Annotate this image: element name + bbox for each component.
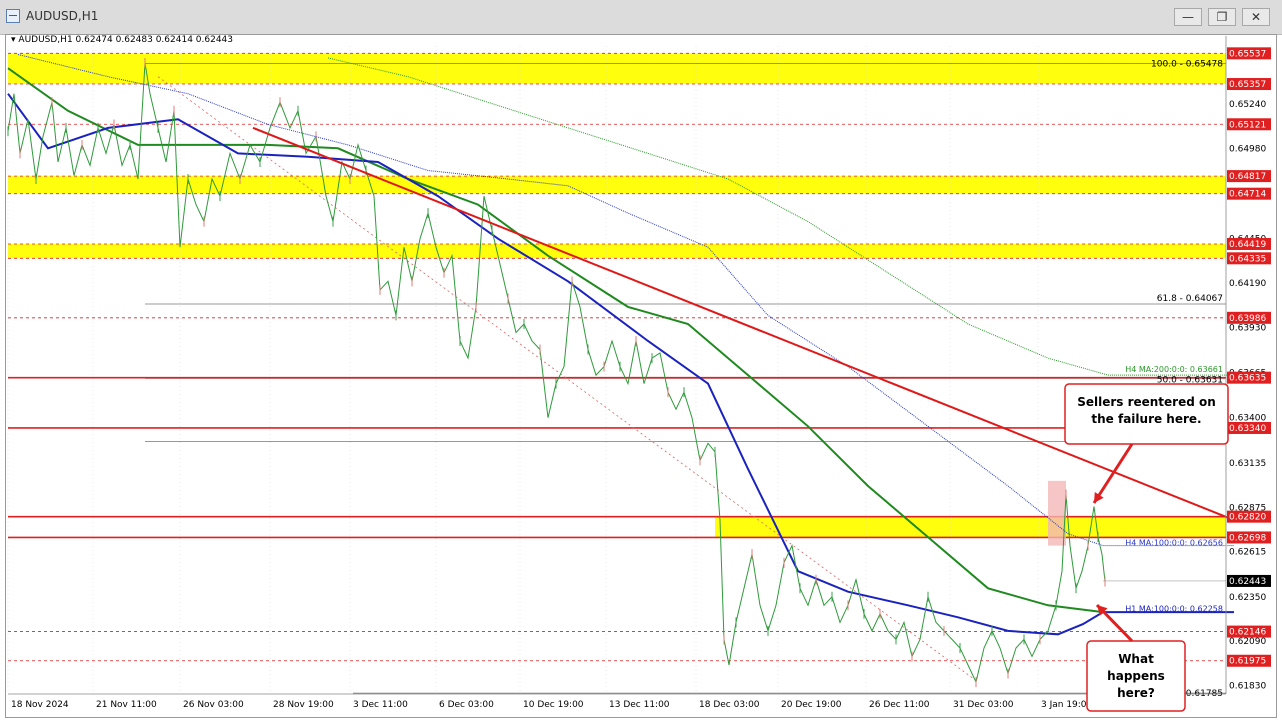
red-level-label: 0.65537 xyxy=(1229,49,1266,59)
support-resistance-zone xyxy=(8,53,1226,85)
ma-label: H4 MA:200:0:0: 0.63661 xyxy=(1125,365,1223,374)
header-ohlc: 0.62474 0.62483 0.62414 0.62443 xyxy=(75,35,233,45)
support-resistance-zone xyxy=(715,516,1226,538)
red-level-label: 0.62820 xyxy=(1229,513,1266,523)
ma-label: H4 MA:100:0:0: 0.62656 xyxy=(1125,539,1223,548)
red-level-label: 0.63635 xyxy=(1229,374,1266,384)
x-tick-label: 21 Nov 11:00 xyxy=(96,700,157,710)
x-tick-label: 6 Dec 03:00 xyxy=(439,700,494,710)
y-tick-label: 0.64980 xyxy=(1229,144,1266,154)
red-level-label: 0.64714 xyxy=(1229,190,1266,200)
x-tick-label: 13 Dec 11:00 xyxy=(609,700,670,710)
red-level-label: 0.63340 xyxy=(1229,424,1266,434)
y-tick-label: 0.63135 xyxy=(1229,459,1266,469)
annotation-arrow xyxy=(1092,443,1134,504)
x-tick-label: 26 Nov 03:00 xyxy=(183,700,244,710)
price-chart[interactable]: 0.652400.649800.644500.641900.639300.636… xyxy=(0,0,1282,722)
x-tick-label: 26 Dec 11:00 xyxy=(869,700,930,710)
annotation-what-happens-text: here? xyxy=(1117,686,1155,700)
annotation-sellers-text: the failure here. xyxy=(1091,412,1201,426)
x-tick-label: 18 Nov 2024 xyxy=(11,700,69,710)
y-tick-label: 0.62615 xyxy=(1229,548,1266,558)
support-resistance-zone xyxy=(8,243,1226,259)
red-level-label: 0.64335 xyxy=(1229,254,1266,264)
red-level-label: 0.64817 xyxy=(1229,172,1266,182)
annotation-what-happens-text: happens xyxy=(1107,669,1165,683)
red-level-label: 0.65357 xyxy=(1229,80,1266,90)
h4-ma100-line xyxy=(17,54,1234,547)
x-tick-label: 31 Dec 03:00 xyxy=(953,700,1014,710)
y-tick-label: 0.63930 xyxy=(1229,323,1266,333)
y-tick-label: 0.62350 xyxy=(1229,593,1266,603)
y-tick-label: 0.61830 xyxy=(1229,681,1266,691)
ma-label: H1 MA:100:0:0: 0.62258 xyxy=(1125,604,1223,613)
y-tick-label: 0.62090 xyxy=(1229,637,1266,647)
y-tick-label: 0.65240 xyxy=(1229,100,1266,110)
highlight-candle-box xyxy=(1048,480,1066,546)
header-symbol: AUDUSD,H1 xyxy=(18,35,73,45)
red-level-label: 0.61975 xyxy=(1229,657,1266,667)
chart-header: ▾ AUDUSD,H1 0.62474 0.62483 0.62414 0.62… xyxy=(11,35,233,45)
price-line xyxy=(7,63,1106,684)
red-level-label: 0.62146 xyxy=(1229,628,1266,638)
fib-label: 61.8 - 0.64067 xyxy=(1157,294,1223,304)
fib-label: 100.0 - 0.65478 xyxy=(1151,59,1223,69)
current-price-label: 0.62443 xyxy=(1229,577,1266,587)
header-triangle-icon[interactable]: ▾ xyxy=(11,35,16,45)
dotted-trendline xyxy=(157,76,979,683)
red-level-label: 0.65121 xyxy=(1229,120,1266,130)
support-resistance-zone xyxy=(8,176,1226,194)
x-tick-label: 3 Dec 11:00 xyxy=(353,700,408,710)
h4-ma200-line xyxy=(327,57,1234,376)
annotation-sellers-text: Sellers reentered on xyxy=(1077,395,1216,409)
y-tick-label: 0.64190 xyxy=(1229,279,1266,289)
x-tick-label: 28 Nov 19:00 xyxy=(273,700,334,710)
x-tick-label: 20 Dec 19:00 xyxy=(781,700,842,710)
x-tick-label: 3 Jan 19:00 xyxy=(1041,700,1093,710)
annotation-what-happens-text: What xyxy=(1118,652,1154,666)
red-level-label: 0.63986 xyxy=(1229,314,1266,324)
red-level-label: 0.64419 xyxy=(1229,240,1266,250)
red-level-label: 0.62698 xyxy=(1229,533,1266,543)
x-tick-label: 18 Dec 03:00 xyxy=(699,700,760,710)
h1-ma100-line xyxy=(7,93,1234,636)
x-tick-label: 10 Dec 19:00 xyxy=(523,700,584,710)
